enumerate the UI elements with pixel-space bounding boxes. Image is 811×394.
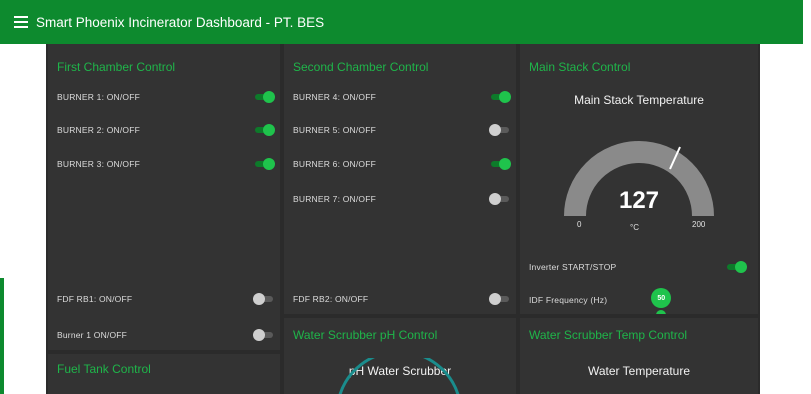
inverter-row: Inverter START/STOP	[529, 260, 747, 274]
burner-5-label: BURNER 5: ON/OFF	[293, 125, 377, 135]
burner-7-label: BURNER 7: ON/OFF	[293, 194, 377, 204]
water-ph-panel: Water Scrubber pH Control pH Water Scrub…	[284, 318, 516, 394]
burner-6-toggle[interactable]	[489, 158, 511, 170]
panel-title: First Chamber Control	[57, 60, 176, 74]
gauge-unit: °C	[630, 223, 639, 232]
fdf-rb1-label: FDF RB1: ON/OFF	[57, 294, 133, 304]
ph-gauge-arc	[338, 358, 460, 394]
water-temp-panel: Water Scrubber Temp Control Water Temper…	[520, 318, 758, 394]
burner-4-row: BURNER 4: ON/OFF	[293, 90, 511, 104]
burner-1-onoff-row: Burner 1 ON/OFF	[57, 328, 275, 342]
burner-1-onoff-toggle[interactable]	[253, 329, 275, 341]
burner-7-toggle[interactable]	[489, 193, 511, 205]
burner-2-toggle[interactable]	[253, 124, 275, 136]
app-title: Smart Phoenix Incinerator Dashboard - PT…	[36, 14, 325, 30]
main-stack-panel: Main Stack Control Main Stack Temperatur…	[520, 44, 758, 314]
burner-1-label: BURNER 1: ON/OFF	[57, 92, 141, 102]
panel-title: Water Scrubber pH Control	[293, 328, 438, 342]
panel-title: Second Chamber Control	[293, 60, 429, 74]
burner-2-row: BURNER 2: ON/OFF	[57, 123, 275, 137]
fdf-rb2-row: FDF RB2: ON/OFF	[293, 292, 511, 306]
panel-title: Fuel Tank Control	[57, 362, 151, 376]
first-chamber-panel: First Chamber Control BURNER 1: ON/OFF B…	[48, 44, 280, 350]
inverter-toggle[interactable]	[725, 261, 747, 273]
burner-6-label: BURNER 6: ON/OFF	[293, 159, 377, 169]
burner-3-label: BURNER 3: ON/OFF	[57, 159, 141, 169]
idf-frequency-slider[interactable]: 50	[620, 288, 738, 314]
panel-title: Water Scrubber Temp Control	[529, 328, 688, 342]
burner-1-toggle[interactable]	[253, 91, 275, 103]
burner-1-onoff-label: Burner 1 ON/OFF	[57, 330, 128, 340]
fdf-rb2-label: FDF RB2: ON/OFF	[293, 294, 369, 304]
inverter-label: Inverter START/STOP	[529, 262, 617, 272]
gauge-max: 200	[692, 220, 706, 229]
burner-5-toggle[interactable]	[489, 124, 511, 136]
burner-4-label: BURNER 4: ON/OFF	[293, 92, 377, 102]
second-chamber-panel: Second Chamber Control BURNER 4: ON/OFF …	[284, 44, 516, 314]
fuel-tank-panel: Fuel Tank Control	[48, 354, 280, 394]
burner-1-row: BURNER 1: ON/OFF	[57, 90, 275, 104]
fdf-rb2-toggle[interactable]	[489, 293, 511, 305]
hamburger-menu-icon[interactable]	[14, 16, 28, 28]
burner-6-row: BURNER 6: ON/OFF	[293, 157, 511, 171]
burner-7-row: BURNER 7: ON/OFF	[293, 192, 511, 206]
idf-frequency-label: IDF Frequency (Hz)	[529, 295, 608, 305]
slider-value-bubble: 50	[651, 288, 672, 308]
slider-thumb[interactable]	[656, 310, 667, 314]
burner-3-row: BURNER 3: ON/OFF	[57, 157, 275, 171]
fdf-rb1-row: FDF RB1: ON/OFF	[57, 292, 275, 306]
burner-4-toggle[interactable]	[489, 91, 511, 103]
gauge-min: 0	[577, 220, 582, 229]
fdf-rb1-toggle[interactable]	[253, 293, 275, 305]
gauge-title: Water Temperature	[587, 364, 691, 378]
burner-2-label: BURNER 2: ON/OFF	[57, 125, 141, 135]
gauge-value: 127	[618, 187, 660, 214]
top-app-bar: Smart Phoenix Incinerator Dashboard - PT…	[0, 0, 803, 44]
dashboard-canvas: First Chamber Control BURNER 1: ON/OFF B…	[46, 44, 760, 394]
burner-5-row: BURNER 5: ON/OFF	[293, 123, 511, 137]
burner-3-toggle[interactable]	[253, 158, 275, 170]
left-edge-strip	[0, 278, 4, 394]
